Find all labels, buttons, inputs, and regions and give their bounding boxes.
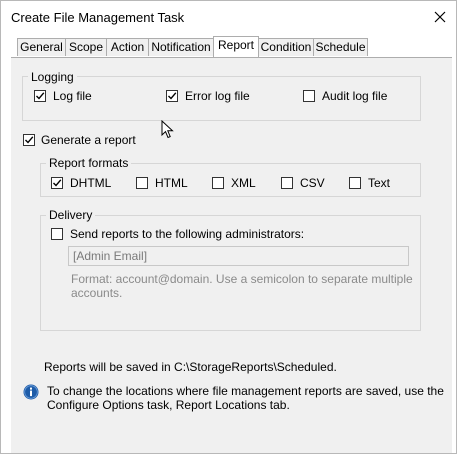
text-checkbox[interactable] xyxy=(349,177,361,189)
audit-log-file-checkbox[interactable] xyxy=(303,90,315,102)
csv-checkbox[interactable] xyxy=(281,177,293,189)
send-reports-checkbox[interactable] xyxy=(51,228,63,240)
html-checkbox[interactable] xyxy=(136,177,148,189)
error-log-file-checkbox[interactable] xyxy=(166,90,178,102)
tab-scope[interactable]: Scope xyxy=(65,38,107,56)
report-tab-panel: Logging Log file Error log file Audit lo… xyxy=(11,57,452,453)
tab-general[interactable]: General xyxy=(17,38,66,56)
log-file-checkbox[interactable] xyxy=(34,90,46,102)
generate-report-label: Generate a report xyxy=(41,133,136,147)
audit-log-file-label: Audit log file xyxy=(322,89,388,103)
tab-action[interactable]: Action xyxy=(106,38,149,56)
dhtml-checkbox[interactable] xyxy=(51,177,63,189)
send-reports-label: Send reports to the following administra… xyxy=(70,227,305,241)
generate-report-checkbox[interactable] xyxy=(23,134,35,146)
info-icon xyxy=(23,384,39,400)
saved-path-text: Reports will be saved in C:\StorageRepor… xyxy=(44,360,337,374)
csv-label: CSV xyxy=(300,176,325,190)
log-file-label: Log file xyxy=(53,89,92,103)
dialog-window: Create File Management Task General Scop… xyxy=(0,0,457,454)
tab-schedule[interactable]: Schedule xyxy=(313,38,368,56)
checkmark-icon xyxy=(36,92,45,100)
info-text-line1: To change the locations where file manag… xyxy=(47,384,444,398)
xml-checkbox[interactable] xyxy=(212,177,224,189)
window-title: Create File Management Task xyxy=(11,10,185,25)
mouse-cursor-icon xyxy=(161,120,174,139)
tab-condition[interactable]: Condition xyxy=(258,38,314,56)
html-label: HTML xyxy=(155,176,188,190)
info-text-line2: Configure Options task, Report Locations… xyxy=(47,398,290,412)
checkmark-icon xyxy=(168,92,177,100)
tab-report[interactable]: Report xyxy=(213,36,259,57)
error-log-file-label: Error log file xyxy=(185,89,250,103)
delivery-group-label: Delivery xyxy=(46,208,96,222)
close-button[interactable] xyxy=(424,1,456,33)
text-label: Text xyxy=(368,176,391,190)
report-formats-group-label: Report formats xyxy=(46,156,132,170)
admin-email-input[interactable] xyxy=(68,246,409,266)
format-hint-line2: accounts. xyxy=(71,286,123,300)
tab-notification[interactable]: Notification xyxy=(148,38,214,56)
format-hint-line1: Format: account@domain. Use a semicolon … xyxy=(71,272,413,286)
xml-label: XML xyxy=(231,176,256,190)
title-bar: Create File Management Task xyxy=(1,1,456,33)
checkmark-icon xyxy=(53,179,62,187)
dhtml-label: DHTML xyxy=(70,176,112,190)
logging-group-label: Logging xyxy=(28,70,77,84)
close-icon xyxy=(434,11,446,23)
checkmark-icon xyxy=(25,136,34,144)
